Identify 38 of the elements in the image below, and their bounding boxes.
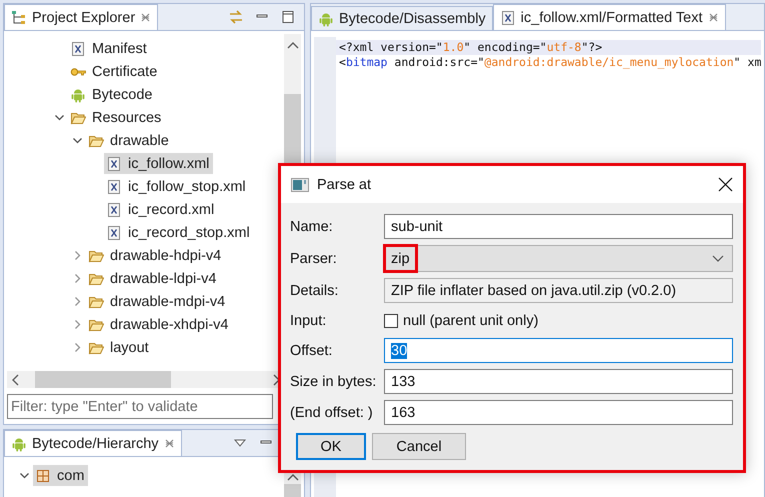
tree-item[interactable]: ic_record.xml [104, 199, 218, 220]
field-label: Details: [290, 282, 340, 298]
parser-dropdown[interactable]: zip [384, 245, 733, 272]
tree-item[interactable]: drawable [86, 130, 173, 151]
details-field: ZIP file inflater based on java.util.zip (v0.2.0) [384, 278, 733, 303]
tree-item[interactable]: Manifest [68, 38, 151, 59]
dialog-button[interactable]: Cancel [372, 433, 466, 460]
tree-item[interactable]: drawable-hdpi-v4 [86, 245, 226, 266]
tree-item[interactable]: Certificate [68, 61, 162, 82]
dialog-title: Parse at [317, 176, 371, 192]
tab[interactable]: Bytecode/Hierarchy [4, 430, 182, 456]
tree-item[interactable]: com [33, 465, 88, 486]
tree-item[interactable]: ic_follow.xml [104, 153, 214, 174]
field-label: (End offset: ) [290, 404, 374, 420]
tree-item[interactable]: ic_record_stop.xml [104, 222, 254, 243]
filter-field[interactable]: Filter: type "Enter" to validate [7, 394, 273, 419]
input-field[interactable]: sub-unit [384, 214, 733, 239]
tab[interactable]: ic_follow.xml/Formatted Text [492, 4, 726, 30]
tab[interactable]: Bytecode/Disassembly [311, 6, 493, 30]
input-field[interactable]: 133 [384, 369, 733, 394]
field-label: Offset: [290, 342, 334, 358]
tree-item[interactable]: drawable-ldpi-v4 [86, 268, 220, 289]
dialog-button[interactable]: OK [296, 433, 366, 460]
tree-item[interactable]: layout [86, 337, 153, 358]
tab[interactable]: Project Explorer [4, 4, 158, 30]
field-label: Input: [290, 312, 328, 328]
field-label: Name: [290, 218, 334, 234]
input-field[interactable]: 163 [384, 400, 733, 425]
input-field[interactable]: 30 [384, 338, 733, 363]
tree-item[interactable]: drawable-mdpi-v4 [86, 291, 230, 312]
field-label: Size in bytes: [290, 374, 378, 390]
tree-item[interactable]: Resources [68, 107, 166, 128]
field-label: Parser: [290, 250, 338, 266]
input-checkbox[interactable]: null (parent unit only) [384, 309, 733, 332]
code-line: <bitmap android:src="@android:drawable/ic_menu_mylocation" xm [338, 55, 762, 70]
tree-item[interactable]: Bytecode [68, 84, 156, 105]
tree-item[interactable]: drawable-xhdpi-v4 [86, 314, 232, 335]
tree-item[interactable]: ic_follow_stop.xml [104, 176, 250, 197]
